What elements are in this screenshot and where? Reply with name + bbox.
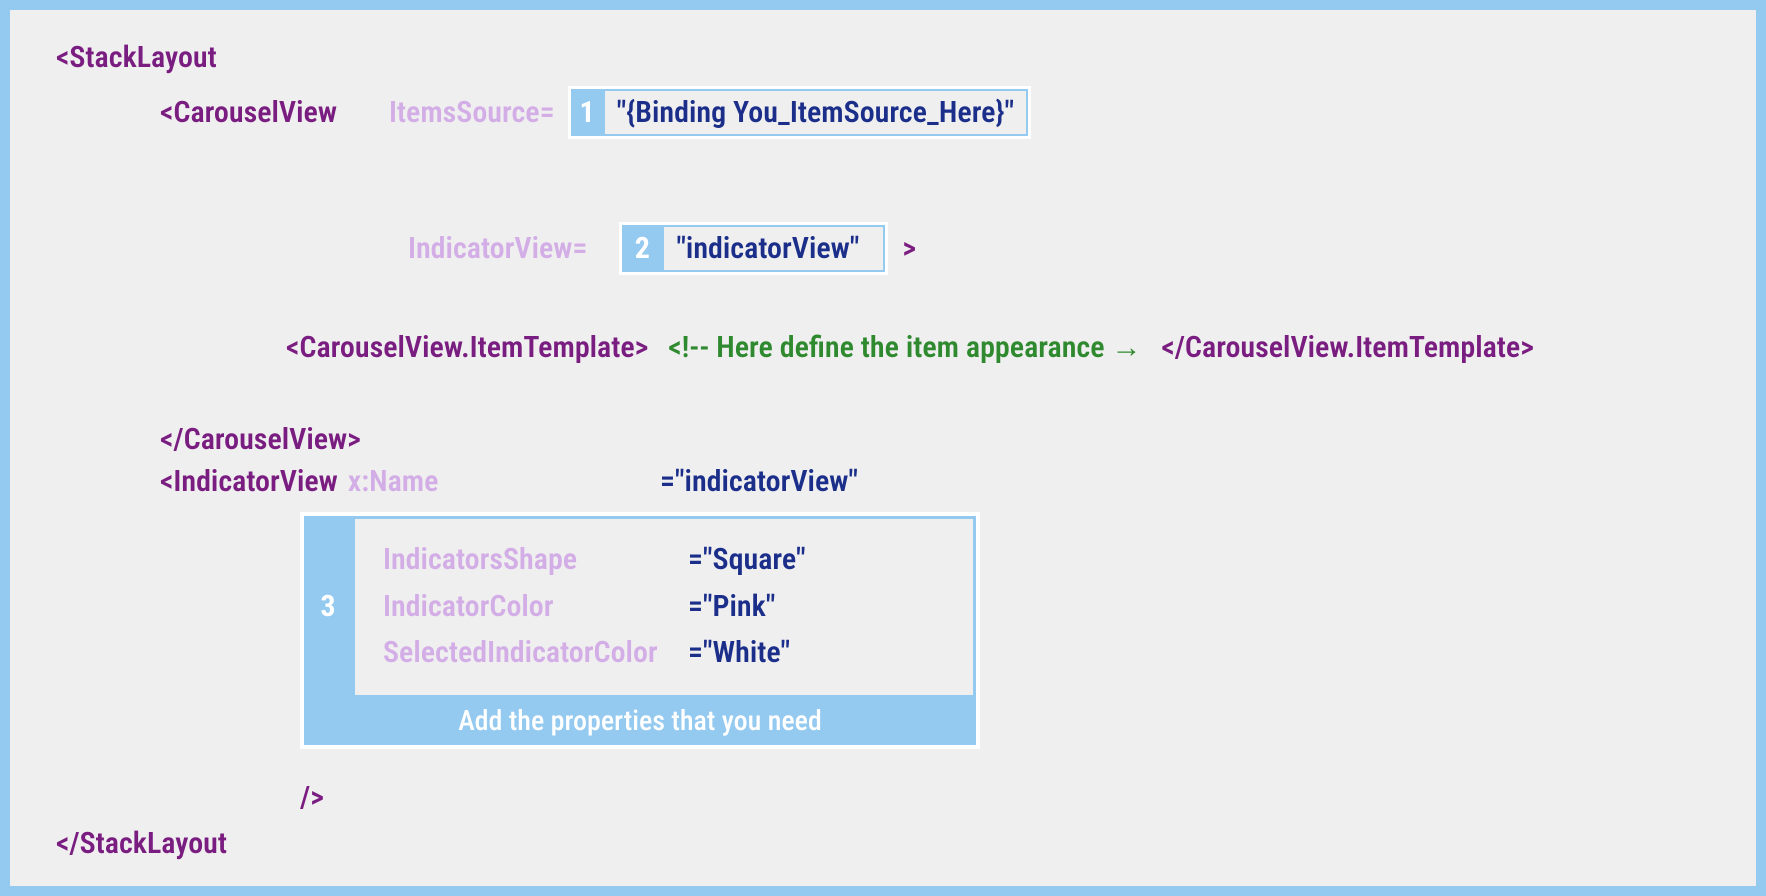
chip-number-3: 3	[304, 516, 352, 698]
chip-number-1: 1	[571, 89, 602, 136]
itemtemplate-close-tag: </CarouselView.ItemTemplate>	[1161, 330, 1534, 365]
prop-value: "Square"	[703, 537, 806, 584]
itemssource-chip: 1 "{Binding You_ItemSource_Here}"	[568, 86, 1031, 139]
itemssource-attr-label: ItemsSource=	[389, 95, 555, 130]
prop-value: "Pink"	[703, 584, 775, 631]
chip-number-2: 2	[622, 225, 662, 272]
itemtemplate-open-tag: <CarouselView.ItemTemplate>	[286, 330, 648, 365]
stacklayout-close-tag: </StackLayout	[56, 826, 227, 861]
prop-row: IndicatorsShape ="Square"	[383, 537, 945, 584]
indicatorview-self-close: />	[300, 780, 324, 815]
indicatorview-chip: 2 "indicatorView"	[619, 222, 888, 275]
prop-eq: =	[688, 630, 703, 677]
indicatorview-attr-value: "indicatorView"	[662, 225, 885, 272]
properties-list: IndicatorsShape ="Square" IndicatorColor…	[352, 516, 976, 698]
prop-eq: =	[688, 537, 703, 584]
prop-name: SelectedIndicatorColor	[383, 630, 688, 677]
prop-value: "White"	[703, 630, 790, 677]
carouselview-close-tag: </CarouselView>	[160, 422, 361, 457]
prop-row: SelectedIndicatorColor ="White"	[383, 630, 945, 677]
itemssource-value: "{Binding You_ItemSource_Here}"	[603, 89, 1028, 136]
properties-box: 3 IndicatorsShape ="Square" IndicatorCol…	[300, 512, 980, 749]
xname-eq: =	[660, 464, 675, 499]
indicatorview-attr-label: IndicatorView=	[408, 231, 587, 266]
prop-row: IndicatorColor ="Pink"	[383, 584, 945, 631]
xname-value: "indicatorView"	[675, 464, 858, 499]
xname-attr-label: x:Name	[348, 464, 439, 499]
itemtemplate-comment: <!-- Here define the item appearance →	[668, 330, 1141, 365]
stacklayout-open-tag: <StackLayout	[56, 40, 217, 75]
prop-name: IndicatorsShape	[383, 537, 688, 584]
properties-caption: Add the properties that you need	[304, 698, 976, 745]
indicatorview-open-tag: <IndicatorView	[160, 464, 338, 499]
carouselview-open-tag: <CarouselView	[160, 95, 337, 130]
prop-eq: =	[688, 584, 703, 631]
carouselview-tag-end-gt: >	[902, 231, 916, 266]
prop-name: IndicatorColor	[383, 584, 688, 631]
